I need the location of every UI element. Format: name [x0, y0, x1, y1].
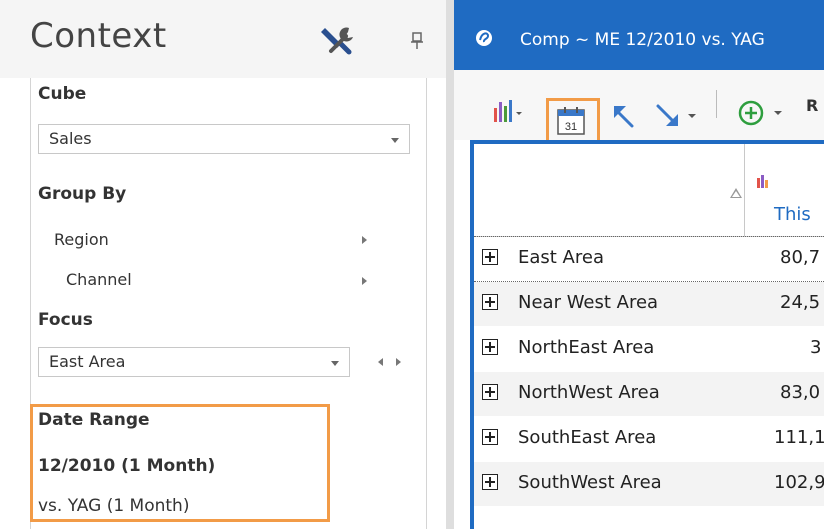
drill-up-icon[interactable]: [610, 102, 638, 130]
table-row[interactable]: East Area 80,7: [474, 236, 824, 282]
table-row[interactable]: SouthEast Area 111,1: [474, 417, 824, 461]
report-pane: Comp ~ ME 12/2010 vs. YAG 31 R This East…: [454, 0, 824, 529]
add-icon[interactable]: [738, 98, 788, 128]
sort-icon-inner: [732, 191, 740, 197]
row-name: Near West Area: [518, 292, 659, 313]
date-range-label: Date Range: [38, 410, 150, 430]
group-by-label: Group By: [38, 184, 127, 204]
previous-arrow-icon[interactable]: [378, 358, 383, 366]
row-value: 3: [810, 337, 822, 358]
pane-splitter[interactable]: [446, 0, 454, 529]
date-range-comparison[interactable]: vs. YAG (1 Month): [38, 496, 189, 516]
group-by-item-channel[interactable]: Channel: [66, 270, 132, 289]
table-row[interactable]: NorthEast Area 3: [474, 327, 824, 371]
report-title: Comp ~ ME 12/2010 vs. YAG: [520, 30, 765, 50]
context-header: Context: [0, 0, 446, 78]
context-pane: Context Cube Sales Group By Region Chann…: [0, 0, 446, 529]
table-row[interactable]: SouthWest Area 102,9: [474, 462, 824, 506]
date-range-primary[interactable]: 12/2010 (1 Month): [38, 456, 215, 476]
expand-arrow-icon[interactable]: [362, 277, 367, 285]
row-name: SouthEast Area: [518, 427, 657, 448]
tools-icon[interactable]: [319, 24, 357, 56]
report-toolbar: 31 R: [454, 70, 824, 146]
expand-plus-icon[interactable]: [482, 474, 498, 490]
report-icon: [476, 30, 492, 46]
row-value: 111,1: [774, 427, 824, 448]
drill-down-icon[interactable]: [654, 102, 698, 130]
header-divider: [744, 144, 745, 236]
next-arrow-icon[interactable]: [396, 358, 401, 366]
calendar-day: 31: [565, 121, 577, 133]
row-value: 80,7: [780, 247, 821, 268]
report-grid: This East Area 80,7 Near West Area 24,5 …: [470, 140, 824, 529]
row-value: 83,0: [780, 382, 821, 403]
row-name: NorthWest Area: [518, 382, 660, 403]
grid-header: This: [474, 144, 824, 237]
report-titlebar: Comp ~ ME 12/2010 vs. YAG: [454, 0, 824, 70]
toolbar-r-label[interactable]: R: [806, 96, 818, 115]
row-name: SouthWest Area: [518, 472, 662, 493]
focus-select[interactable]: East Area: [38, 347, 350, 377]
chevron-down-icon: [391, 138, 399, 143]
expand-plus-icon[interactable]: [482, 339, 498, 355]
expand-plus-icon[interactable]: [482, 294, 498, 310]
cube-label: Cube: [38, 84, 87, 104]
context-title: Context: [30, 16, 167, 56]
focus-label: Focus: [38, 310, 93, 330]
table-row[interactable]: NorthWest Area 83,0: [474, 372, 824, 416]
cube-select[interactable]: Sales: [38, 124, 410, 154]
focus-select-value: East Area: [49, 352, 126, 371]
row-value: 24,5: [780, 292, 821, 313]
row-name: NorthEast Area: [518, 337, 655, 358]
column-header-this[interactable]: This: [774, 204, 811, 225]
calendar-icon[interactable]: 31: [556, 106, 586, 136]
row-name: East Area: [518, 247, 604, 268]
row-value: 102,9: [774, 472, 824, 493]
bar-chart-icon: [757, 175, 768, 188]
group-by-item-region[interactable]: Region: [54, 230, 109, 249]
expand-plus-icon[interactable]: [482, 249, 498, 265]
cube-select-value: Sales: [49, 129, 92, 148]
chart-icon[interactable]: [492, 98, 522, 124]
chevron-down-icon: [331, 361, 339, 366]
table-row[interactable]: Near West Area 24,5: [474, 282, 824, 326]
expand-plus-icon[interactable]: [482, 384, 498, 400]
expand-plus-icon[interactable]: [482, 429, 498, 445]
toolbar-separator: [716, 90, 717, 118]
expand-arrow-icon[interactable]: [362, 236, 367, 244]
pin-icon[interactable]: [410, 32, 424, 50]
